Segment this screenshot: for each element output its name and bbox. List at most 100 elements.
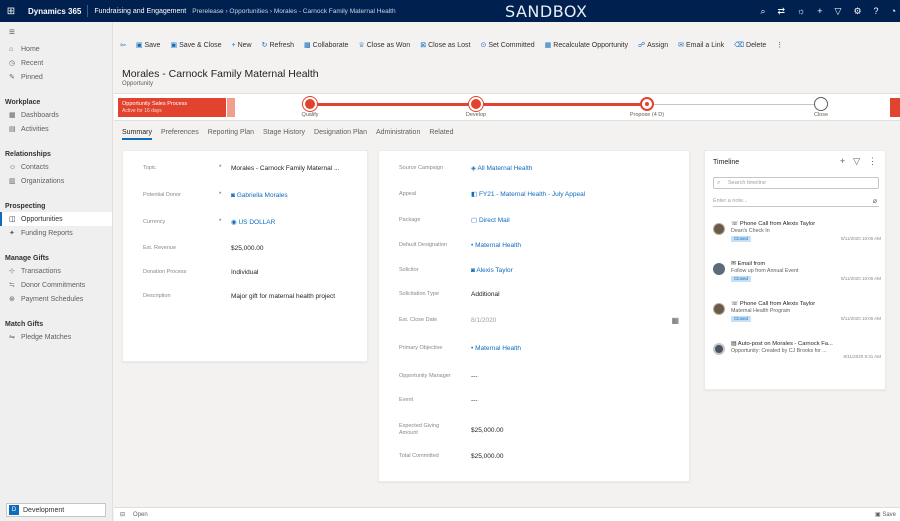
calendar-icon[interactable]: ▦ — [671, 316, 679, 325]
nav-item-pinned[interactable]: ✎ Pinned — [0, 70, 112, 84]
nav-group-prospecting: Prospecting — [5, 203, 46, 210]
nav-item-recent[interactable]: ◷ Recent — [0, 56, 112, 70]
tab-reporting-plan[interactable]: Reporting Plan — [208, 129, 254, 140]
close-as-won-button[interactable]: ♕ Close as Won — [358, 41, 410, 50]
source-campaign-lookup[interactable]: ◈ All Maternal Health — [471, 164, 532, 172]
event-lookup[interactable]: --- — [471, 397, 478, 404]
tab-related[interactable]: Related — [429, 129, 453, 140]
hamburger-icon[interactable]: ≡ — [0, 22, 112, 42]
tab-designation-plan[interactable]: Designation Plan — [314, 129, 367, 140]
more-icon[interactable]: ⋮ — [868, 156, 877, 167]
required-icon: * — [219, 165, 222, 171]
nav-item-dashboards[interactable]: ▦ Dashboards — [0, 108, 112, 122]
timeline-search-input[interactable]: ⌕ Search timeline — [713, 177, 879, 189]
nav-item-contacts[interactable]: ☺ Contacts — [0, 160, 112, 174]
more-commands-icon[interactable]: ⋮ — [776, 41, 783, 49]
nav-item-home[interactable]: ⌂ Home — [0, 42, 112, 56]
primary-objective-lookup[interactable]: • Maternal Health — [471, 345, 521, 352]
back-arrow-icon: ⇦ — [120, 42, 126, 49]
timeline-item[interactable]: ☏ Phone Call from Alexis Taylor Maternal… — [713, 301, 881, 339]
stage-propose[interactable] — [640, 97, 654, 111]
package-lookup[interactable]: ▢ Direct Mail — [471, 216, 510, 224]
app-name[interactable]: Dynamics 365 — [22, 7, 87, 16]
plus-icon[interactable]: + — [840, 156, 845, 167]
timeline-item-date: 8/11/2020 10:00 AM — [841, 316, 881, 321]
nav-item-funding-reports[interactable]: ✦ Funding Reports — [0, 226, 112, 240]
expected-giving-amount-input[interactable]: $25,000.00 — [471, 427, 504, 434]
app-launcher-icon[interactable]: ⊞ — [0, 0, 22, 22]
filter-icon[interactable]: ▽ — [835, 6, 842, 17]
potential-donor-lookup[interactable]: ◙ Gabriella Morales — [231, 192, 288, 199]
filter-icon[interactable]: ▽ — [853, 156, 860, 167]
timeline-item[interactable]: ☏ Phone Call from Alexis Taylor Dean's C… — [713, 221, 881, 259]
plus-icon[interactable]: + — [817, 6, 822, 16]
nav-item-transactions[interactable]: ⊹ Transactions — [0, 264, 112, 278]
stage-qualify[interactable] — [303, 97, 317, 111]
est-revenue-input[interactable]: $25,000.00 — [231, 245, 264, 252]
search-icon[interactable]: ⌕ — [760, 6, 765, 17]
set-committed-button[interactable]: ⊙ Set Committed — [480, 41, 534, 50]
recalculate-button[interactable]: ▦ Recalculate Opportunity — [545, 41, 628, 50]
solicitation-type-select[interactable]: Additional — [471, 291, 500, 298]
nav-group-manage-gifts: Manage Gifts — [5, 255, 49, 262]
timeline-note-input[interactable]: Enter a note... ⌀ — [713, 195, 879, 207]
topic-input[interactable]: Morales - Carnock Family Maternal ... — [231, 165, 365, 172]
committed-icon: ⊙ — [480, 42, 487, 49]
stage-close[interactable] — [814, 97, 828, 111]
tab-preferences[interactable]: Preferences — [161, 129, 199, 140]
delete-button[interactable]: ⌫ Delete — [734, 41, 766, 50]
nav-item-opportunities[interactable]: ◫ Opportunities — [0, 212, 112, 226]
currency-lookup[interactable]: ◉ US DOLLAR — [231, 218, 275, 226]
nav-item-payment-schedules[interactable]: ⊛ Payment Schedules — [0, 292, 112, 306]
help-icon[interactable]: ? — [874, 6, 879, 16]
refresh-button[interactable]: ↻ Refresh — [261, 41, 294, 50]
clock-icon: ◷ — [9, 60, 16, 67]
close-as-lost-button[interactable]: ⊠ Close as Lost — [420, 41, 470, 50]
gear-icon[interactable]: ⚙ — [853, 6, 861, 17]
area-switcher[interactable]: D Development — [6, 503, 106, 517]
tab-stage-history[interactable]: Stage History — [263, 129, 305, 140]
nav-item-activities[interactable]: ▤ Activities — [0, 122, 112, 136]
process-next-tab[interactable] — [890, 98, 900, 117]
default-designation-lookup[interactable]: • Maternal Health — [471, 242, 521, 249]
refresh-icon: ↻ — [261, 42, 268, 49]
avatar[interactable]: ◔ — [891, 6, 896, 16]
timeline-actions: + ▽ ⋮ — [840, 156, 877, 167]
app-area-name[interactable]: Fundraising and Engagement — [88, 8, 192, 15]
tab-administration[interactable]: Administration — [376, 129, 420, 140]
process-flag[interactable]: Opportunity Sales Process Active for 16 … — [118, 98, 226, 117]
stage-label-propose: Propose (4 D) — [629, 112, 665, 118]
field-solicitation-type: Solicitation Type Additional — [399, 290, 500, 298]
attachment-icon[interactable]: ⌀ — [873, 197, 877, 205]
appeal-lookup[interactable]: ◧ FY21 - Maternal Health - July Appeal — [471, 190, 585, 198]
timeline-item[interactable]: ▤ Auto-post on Morales - Carnock Fa... O… — [713, 341, 881, 379]
nav-item-donor-commitments[interactable]: ≒ Donor Commitments — [0, 278, 112, 292]
lightbulb-icon[interactable]: ☼ — [797, 6, 805, 16]
expand-icon[interactable]: ⊟ — [120, 511, 125, 518]
collaborate-button[interactable]: ▩ Collaborate — [304, 41, 348, 50]
tab-summary[interactable]: Summary — [122, 129, 152, 140]
assign-button[interactable]: ☍ Assign — [638, 41, 668, 50]
email-link-button[interactable]: ✉ Email a Link — [678, 41, 724, 50]
description-textarea[interactable]: Major gift for maternal health project — [231, 293, 365, 300]
status-save-button[interactable]: ▣ Save — [875, 511, 896, 518]
donation-process-select[interactable]: Individual — [231, 269, 258, 276]
breadcrumb: Prerelease › Opportunities › Morales - C… — [192, 7, 396, 15]
back-button[interactable]: ⇦ — [120, 41, 126, 49]
save-button[interactable]: ▣ Save — [136, 41, 161, 50]
field-total-committed: Total Committed $25,000.00 — [399, 452, 504, 460]
process-collapse-tab[interactable] — [227, 98, 235, 117]
solicitor-lookup[interactable]: ◙ Alexis Taylor — [471, 267, 513, 274]
nav-item-pledge-matches[interactable]: ⇋ Pledge Matches — [0, 330, 112, 344]
save-close-button[interactable]: ▣ Save & Close — [170, 41, 221, 50]
save-close-icon: ▣ — [170, 42, 178, 49]
report-icon: ✦ — [9, 230, 15, 237]
stage-develop[interactable] — [469, 97, 483, 111]
timeline-item[interactable]: ✉ Email from Follow up from Annual Event… — [713, 261, 881, 299]
required-icon: * — [219, 192, 222, 198]
est-close-date-input[interactable]: 8/1/2020 — [471, 317, 496, 324]
opportunity-manager-lookup[interactable]: --- — [471, 373, 478, 380]
nav-item-organizations[interactable]: ▥ Organizations — [0, 174, 112, 188]
task-flow-icon[interactable]: ⇄ — [777, 6, 785, 17]
new-button[interactable]: + New — [232, 42, 252, 49]
